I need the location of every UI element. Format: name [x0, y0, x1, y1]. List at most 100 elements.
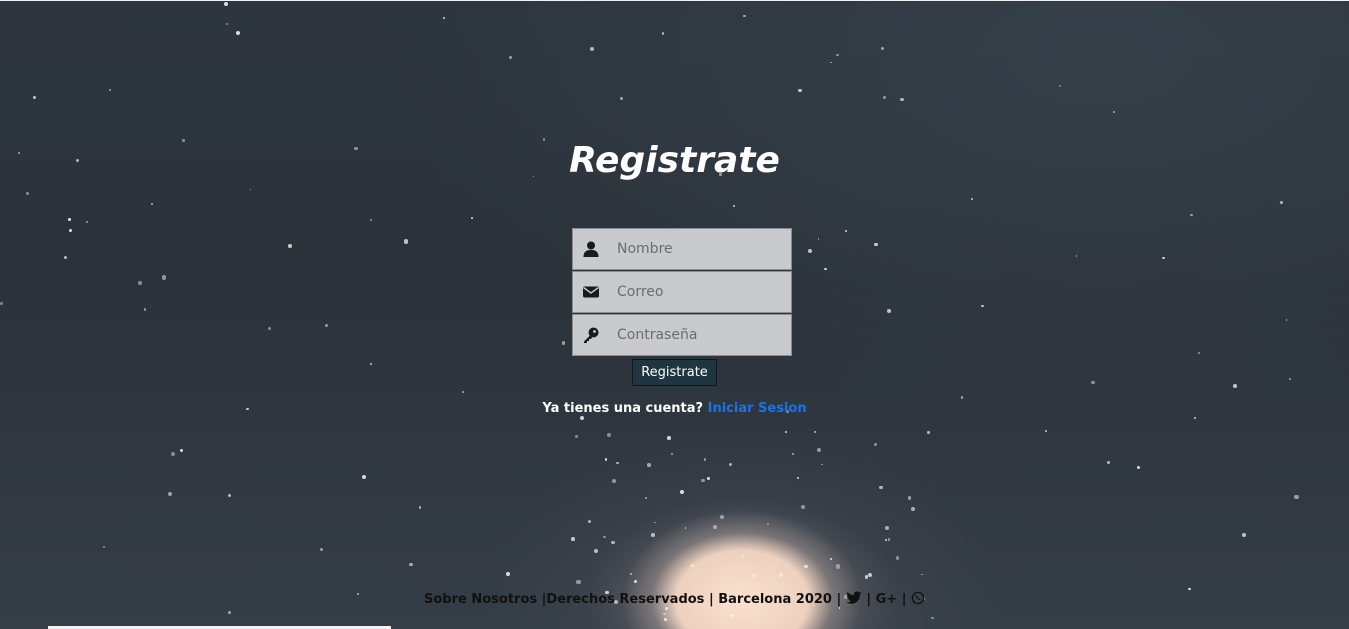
background-speckle — [817, 448, 821, 452]
background-speckle — [844, 229, 848, 233]
background-speckle — [1091, 380, 1095, 384]
background-speckle — [817, 238, 820, 240]
background-speckle — [671, 619, 674, 622]
name-input[interactable] — [617, 239, 782, 259]
background-speckle — [654, 521, 656, 524]
background-speckle — [1136, 465, 1140, 469]
background-speckle — [879, 485, 883, 490]
background-speckle — [1190, 213, 1193, 216]
whatsapp-icon[interactable] — [911, 591, 925, 609]
background-speckle — [887, 538, 891, 541]
background-speckle — [1188, 587, 1192, 591]
background-speckle — [1162, 256, 1166, 260]
envelope-icon — [582, 283, 600, 301]
background-speckle — [1233, 383, 1238, 388]
background-speckle — [644, 496, 647, 499]
background-speckle — [671, 453, 674, 456]
background-speckle — [612, 479, 616, 483]
background-speckle — [895, 556, 900, 561]
background-speckle — [370, 362, 373, 365]
background-speckle — [647, 463, 651, 467]
login-prompt: Ya tienes una cuenta? Iniciar Sesion — [0, 401, 1349, 416]
background-speckle — [882, 95, 887, 100]
footer-separator: | — [537, 592, 547, 607]
background-speckle — [766, 522, 770, 525]
footer-rights: Derechos Reservados — [546, 592, 705, 607]
footer-about-link[interactable]: Sobre Nosotros — [424, 592, 537, 607]
register-button[interactable]: Registrate — [632, 359, 717, 386]
background-speckle — [85, 220, 89, 223]
background-speckle — [931, 616, 934, 620]
background-speckle — [873, 443, 877, 446]
background-speckle — [885, 525, 890, 530]
background-speckle — [167, 491, 172, 496]
footer: Sobre Nosotros |Derechos Reservados | Ba… — [0, 591, 1349, 609]
background-speckle — [798, 88, 802, 93]
background-speckle — [442, 17, 445, 19]
background-speckle — [691, 563, 695, 567]
background-speckle — [880, 47, 884, 51]
background-speckle — [663, 617, 667, 621]
twitter-icon[interactable] — [846, 591, 862, 609]
background-speckle — [616, 461, 619, 465]
background-speckle — [821, 463, 823, 466]
footer-separator: | — [704, 592, 719, 607]
background-speckle — [1059, 84, 1062, 87]
background-speckle — [1241, 533, 1246, 538]
background-speckle — [561, 341, 566, 345]
password-input[interactable] — [617, 325, 782, 345]
background-speckle — [227, 493, 232, 497]
background-speckle — [604, 458, 608, 461]
background-speckle — [462, 390, 465, 393]
background-speckle — [25, 192, 30, 196]
background-speckle — [800, 505, 805, 510]
googleplus-link[interactable]: G+ — [876, 592, 898, 607]
background-speckle — [814, 430, 817, 433]
background-speckle — [571, 537, 575, 541]
footer-separator: | — [831, 592, 846, 607]
background-speckle — [1075, 255, 1078, 258]
background-speckle — [509, 56, 513, 60]
background-speckle — [103, 546, 106, 548]
background-speckle — [661, 32, 665, 35]
email-field — [572, 271, 792, 313]
background-speckle — [1279, 201, 1283, 205]
background-speckle — [151, 203, 153, 206]
background-speckle — [921, 573, 923, 576]
background-speckle — [713, 525, 717, 529]
login-link[interactable]: Iniciar Sesion — [708, 401, 807, 416]
background-speckle — [161, 275, 167, 280]
background-speckle — [733, 204, 735, 207]
background-speckle — [471, 217, 473, 219]
background-speckle — [288, 244, 292, 248]
background-speckle — [792, 452, 795, 455]
background-speckle — [836, 53, 839, 57]
background-speckle — [784, 430, 787, 433]
background-speckle — [830, 61, 832, 64]
background-speckle — [867, 572, 872, 577]
background-speckle — [796, 477, 799, 480]
background-speckle — [69, 228, 73, 232]
background-speckle — [911, 506, 916, 511]
page-title: Registrate — [569, 140, 780, 181]
background-speckle — [409, 562, 413, 567]
background-speckle — [741, 554, 745, 558]
background-speckle — [807, 249, 812, 253]
background-speckle — [588, 519, 591, 523]
background-speckle — [874, 242, 878, 247]
background-speckle — [369, 218, 373, 222]
background-speckle — [170, 451, 175, 456]
background-speckle — [679, 489, 684, 494]
email-input[interactable] — [617, 282, 782, 302]
background-speckle — [602, 535, 606, 539]
password-field — [572, 314, 792, 356]
login-prompt-text: Ya tienes una cuenta? — [542, 401, 704, 416]
background-speckle — [835, 564, 841, 569]
background-speckle — [226, 23, 228, 25]
background-speckle — [651, 533, 655, 537]
background-speckle — [620, 97, 623, 100]
background-speckle — [701, 478, 705, 483]
background-speckle — [138, 281, 143, 285]
background-speckle — [730, 613, 734, 618]
background-speckle — [707, 584, 710, 587]
